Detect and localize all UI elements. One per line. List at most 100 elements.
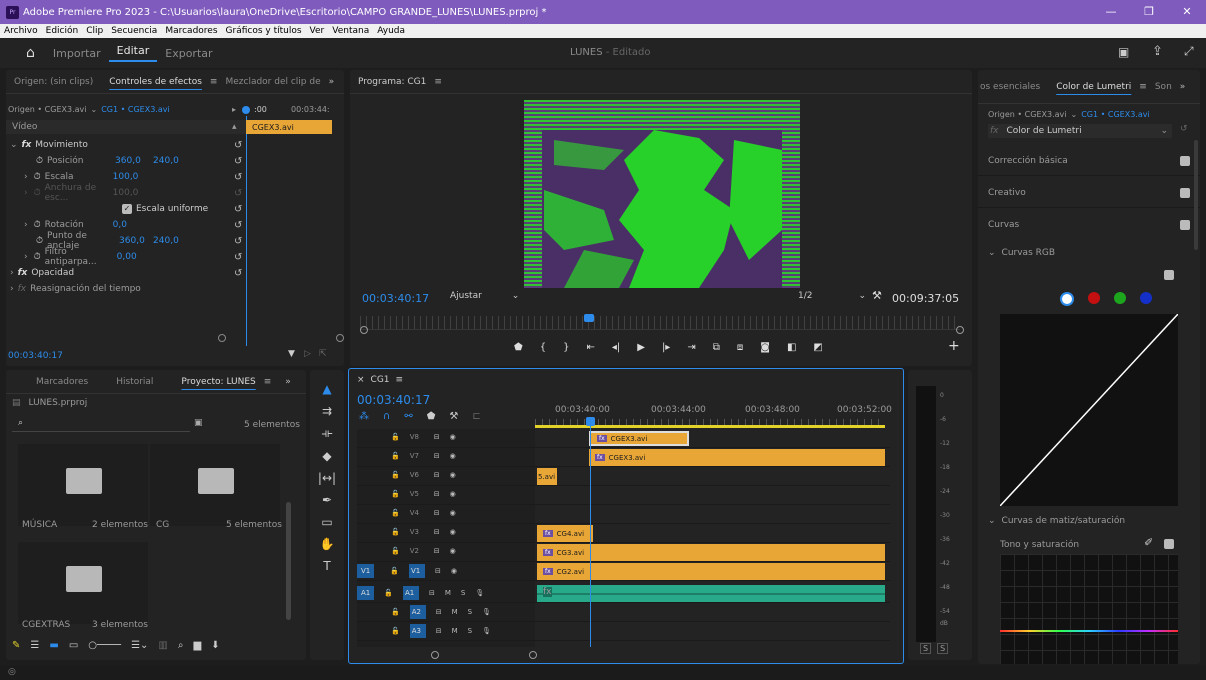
add-marker-icon[interactable]: ⬟	[514, 342, 523, 353]
mark-out-icon[interactable]: }	[563, 342, 569, 353]
ec-clip-bar[interactable]: CGEX3.avi	[246, 120, 332, 134]
share-icon[interactable]: ⇪	[1152, 44, 1163, 59]
checkbox-checked-icon[interactable]	[1164, 539, 1174, 549]
timeline-tab[interactable]: × CG1 ≡	[357, 375, 403, 385]
captions-icon[interactable]: ⊏	[472, 411, 480, 422]
checkbox-checked-icon[interactable]	[1180, 155, 1190, 166]
lumetri-clip-selector[interactable]: CG1 • CGEX3.avi	[1081, 110, 1150, 119]
green-channel-button[interactable]	[1114, 292, 1126, 304]
lumetri-scrollbar[interactable]	[1194, 140, 1198, 250]
track-label[interactable]: V7	[410, 452, 424, 460]
reset-icon[interactable]: ↺	[234, 204, 242, 215]
tab-graficos-esenciales[interactable]: os esenciales	[978, 82, 1048, 92]
stopwatch-icon[interactable]: ⏱	[36, 236, 43, 246]
lock-icon[interactable]: 🔓	[391, 433, 400, 441]
ec-row-opacidad[interactable]: › fx Opacidad ↺	[6, 265, 249, 281]
lock-icon[interactable]: 🔓	[391, 547, 400, 555]
timeline-timecode[interactable]: 00:03:40:17	[357, 393, 430, 407]
icon-view-icon[interactable]: ▬	[49, 640, 58, 651]
tab-programa[interactable]: Programa: CG1	[350, 77, 434, 87]
eye-icon[interactable]: ◉	[450, 547, 456, 555]
ec-value[interactable]: 360,0	[119, 236, 153, 246]
lock-icon[interactable]: 🔓	[391, 490, 400, 498]
tab-exportar[interactable]: Exportar	[157, 47, 220, 60]
ec-row-punto-anclaje[interactable]: ⏱ Punto de anclaje 360,0 240,0 ↺	[6, 231, 249, 251]
tab-controles-efectos[interactable]: Controles de efectos	[101, 77, 210, 87]
reset-icon[interactable]: ↺	[234, 252, 242, 263]
track-label[interactable]: V2	[410, 547, 424, 555]
track-label[interactable]: V6	[410, 471, 424, 479]
lock-icon[interactable]: 🔓	[391, 471, 400, 479]
curvas-rgb-header[interactable]: ⌄ Curvas RGB	[988, 248, 1055, 258]
selection-tool-icon[interactable]: ▲	[322, 382, 331, 396]
reset-icon[interactable]: ↺	[234, 156, 242, 167]
add-marker-icon[interactable]: ⬟	[427, 411, 436, 422]
microphone-icon[interactable]: 🎙	[475, 589, 484, 597]
sync-lock-icon[interactable]: ⊟	[434, 490, 440, 498]
menu-clip[interactable]: Clip	[82, 26, 107, 36]
program-zoom-start[interactable]	[360, 326, 368, 334]
close-button[interactable]: ✕	[1168, 0, 1206, 24]
program-zoom-end[interactable]	[956, 326, 964, 334]
ec-value[interactable]: 0,00	[117, 252, 137, 262]
ec-row-reasignacion[interactable]: › fx Reasignación del tiempo	[6, 281, 344, 297]
ec-value[interactable]: 240,0	[153, 236, 179, 246]
eye-icon[interactable]: ◉	[450, 509, 456, 517]
ec-value[interactable]: 100,0	[113, 172, 139, 182]
solo-button[interactable]: S	[468, 608, 472, 616]
ec-scroll-end[interactable]	[336, 334, 344, 342]
reset-icon[interactable]: ↺	[234, 220, 242, 231]
menu-marcadores[interactable]: Marcadores	[161, 26, 221, 36]
ec-value[interactable]: 240,0	[153, 156, 179, 166]
sync-lock-icon[interactable]: ⊟	[436, 608, 442, 616]
step-back-icon[interactable]: ◂|	[612, 342, 620, 353]
menu-secuencia[interactable]: Secuencia	[107, 26, 161, 36]
microphone-icon[interactable]: 🎙	[482, 608, 491, 616]
play-icon[interactable]: ▶	[637, 342, 645, 353]
microphone-icon[interactable]: 🎙	[482, 627, 491, 635]
snap-icon[interactable]: ∩	[383, 411, 390, 422]
mute-button[interactable]: M	[452, 627, 458, 635]
ec-value[interactable]: 360,0	[115, 156, 153, 166]
step-forward-icon[interactable]: |▸	[662, 342, 670, 353]
camera-icon[interactable]: ◙	[760, 342, 770, 353]
tab-historial[interactable]: Historial	[108, 377, 161, 387]
red-channel-button[interactable]	[1088, 292, 1100, 304]
solo-button[interactable]: S	[461, 589, 465, 597]
ec-row-filtro[interactable]: › ⏱ Filtro antiparpa... 0,00 ↺	[6, 247, 249, 267]
automate-icon[interactable]: ▥	[158, 640, 167, 651]
solo-left-button[interactable]: S	[920, 643, 932, 654]
sync-lock-icon[interactable]: ⊟	[434, 528, 440, 536]
reset-icon[interactable]: ↺	[1180, 124, 1188, 134]
clip-v7[interactable]: fx CGEX3.avi	[589, 449, 885, 466]
track-label[interactable]: V4	[410, 509, 424, 517]
mark-in-icon[interactable]: {	[540, 342, 546, 353]
solo-button[interactable]: S	[468, 627, 472, 635]
track-label[interactable]: A1	[402, 586, 419, 600]
zoom-slider[interactable]: ○────	[88, 640, 121, 651]
ec-row-escala[interactable]: › ⏱ Escala 100,0 ↺	[6, 169, 249, 185]
sync-lock-icon[interactable]: ⊟	[429, 589, 435, 597]
track-label[interactable]: A2	[409, 605, 426, 619]
pen-tool-icon[interactable]: ✒	[322, 493, 332, 507]
new-search-bin-icon[interactable]: ▣	[194, 418, 203, 428]
play-clip-icon[interactable]: ▸	[232, 105, 236, 114]
panel-menu-icon[interactable]: ≡	[210, 77, 218, 87]
lock-icon[interactable]: 🔓	[391, 528, 400, 536]
restore-button[interactable]: ❐	[1130, 0, 1168, 24]
razor-tool-icon[interactable]: ◆	[322, 449, 331, 463]
lock-icon[interactable]: 🔓	[391, 608, 400, 616]
minimize-button[interactable]: —	[1092, 0, 1130, 24]
eye-icon[interactable]: ◉	[450, 528, 456, 536]
clip-v3[interactable]: fx CG4.avi	[537, 525, 593, 542]
lumetri-effect-select[interactable]: fx Color de Lumetri ⌄	[988, 124, 1172, 138]
go-to-out-icon[interactable]: ⇥	[687, 342, 695, 353]
track-label[interactable]: V3	[410, 528, 424, 536]
sync-lock-icon[interactable]: ⊟	[434, 509, 440, 517]
collapse-icon[interactable]: ▴	[232, 122, 237, 132]
source-patch-a1[interactable]: A1	[357, 586, 375, 600]
fullscreen-icon[interactable]: ⤢	[1184, 44, 1194, 59]
tab-marcadores[interactable]: Marcadores	[28, 377, 96, 387]
extract-icon[interactable]: ⧈	[737, 342, 743, 353]
tab-sonido[interactable]: Son	[1147, 82, 1180, 92]
